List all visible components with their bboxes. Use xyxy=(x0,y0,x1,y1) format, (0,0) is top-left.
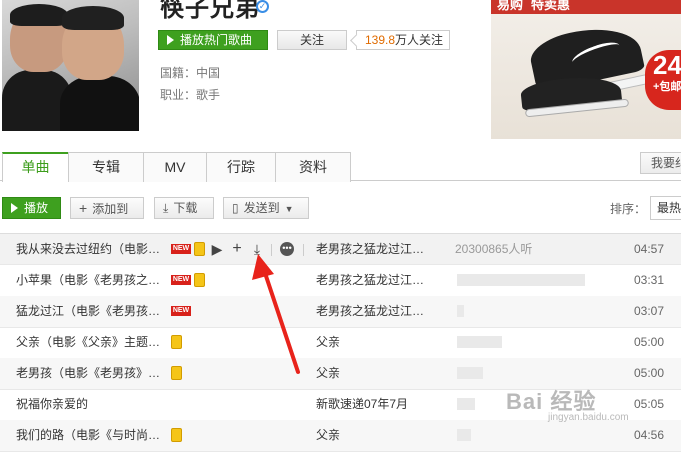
watermark-url: jingyan.baidu.com xyxy=(548,412,629,423)
nationality: 国籍：中国 xyxy=(160,66,221,80)
download-icon: ⤓ xyxy=(163,201,169,215)
tab-schedule[interactable]: 行踪 xyxy=(206,152,276,182)
song-duration: 03:07 xyxy=(634,304,665,318)
vip-icon xyxy=(171,428,182,442)
new-badge: NEW xyxy=(171,306,191,316)
play-icon xyxy=(167,35,174,45)
more-icon[interactable]: ••• xyxy=(280,242,294,256)
song-title[interactable]: 我从来没去过纽约（电影… xyxy=(16,234,160,264)
add-to-button[interactable]: + 添加到 xyxy=(70,197,144,219)
chevron-down-icon: ▼ xyxy=(284,204,294,214)
new-badge: NEW xyxy=(171,275,191,285)
tab-songs[interactable]: 单曲 xyxy=(2,152,69,182)
song-title[interactable]: 小苹果（电影《老男孩之… xyxy=(16,265,160,295)
song-duration: 05:00 xyxy=(634,335,665,349)
song-album[interactable]: 父亲 xyxy=(316,358,340,388)
play-icon xyxy=(11,203,18,213)
popularity-bar xyxy=(457,367,483,379)
song-row[interactable]: 父亲（电影《父亲》主题… 父亲 05:00 xyxy=(0,327,681,359)
song-title[interactable]: 我们的路（电影《与时尚… xyxy=(16,420,160,450)
song-album[interactable]: 父亲 xyxy=(316,327,340,357)
phone-icon: ▯ xyxy=(232,201,239,215)
song-duration: 05:05 xyxy=(634,397,665,411)
plus-icon: + xyxy=(79,200,88,216)
song-title[interactable]: 猛龙过江（电影《老男孩… xyxy=(16,296,160,326)
follow-button[interactable]: 关注 xyxy=(277,30,347,50)
popularity-bar xyxy=(457,274,585,286)
popularity-bar xyxy=(457,398,475,410)
popularity-bar xyxy=(457,336,502,348)
popularity-bar xyxy=(457,305,464,317)
song-album[interactable]: 新歌速递07年7月 xyxy=(316,389,408,419)
artist-name: 筷子兄弟 xyxy=(160,0,260,22)
song-album[interactable]: 老男孩之猛龙过江… xyxy=(316,265,424,295)
vip-icon xyxy=(171,366,182,380)
popularity-bar xyxy=(457,429,471,441)
song-duration: 04:57 xyxy=(634,242,665,256)
tab-albums[interactable]: 专辑 xyxy=(68,152,144,182)
song-duration: 03:31 xyxy=(634,273,665,287)
play-hot-songs-button[interactable]: 播放热门歌曲 xyxy=(158,30,268,50)
sort-select[interactable]: 最热 xyxy=(650,196,681,220)
follower-count: 139.8万人关注 xyxy=(356,30,451,50)
sort-label: 排序： xyxy=(610,202,647,216)
song-album[interactable]: 老男孩之猛龙过江… xyxy=(316,234,424,264)
download-button[interactable]: ⤓ 下载 xyxy=(154,197,214,219)
song-album[interactable]: 父亲 xyxy=(316,420,340,450)
tab-profile[interactable]: 资料 xyxy=(275,152,351,182)
song-row[interactable]: 我从来没去过纽约（电影… NEW ▶ + ⤓ ••• 老男孩之猛龙过江… 203… xyxy=(0,233,681,265)
listen-count: 20300865人听 xyxy=(455,242,533,256)
download-icon[interactable]: ⤓ xyxy=(250,242,264,256)
vip-icon xyxy=(194,242,205,256)
song-row[interactable]: 小苹果（电影《老男孩之… NEW 老男孩之猛龙过江… 03:31 xyxy=(0,265,681,297)
song-title[interactable]: 祝福你亲爱的 xyxy=(16,389,88,419)
vip-icon xyxy=(171,335,182,349)
song-title[interactable]: 父亲（电影《父亲》主题… xyxy=(16,327,160,357)
play-icon[interactable]: ▶ xyxy=(210,242,224,256)
ad-banner[interactable]: 易购 特卖惠 24 +包邮 xyxy=(491,0,681,139)
vip-icon xyxy=(194,273,205,287)
song-duration: 04:56 xyxy=(634,428,665,442)
play-button[interactable]: 播放 xyxy=(2,197,61,219)
occupation: 职业：歌手 xyxy=(160,88,221,102)
new-badge: NEW xyxy=(171,244,191,254)
tab-mv[interactable]: MV xyxy=(143,152,207,182)
send-to-button[interactable]: ▯ 发送到 ▼ xyxy=(223,197,309,219)
song-row[interactable]: 我们的路（电影《与时尚… 父亲 04:56 xyxy=(0,420,681,452)
song-album[interactable]: 老男孩之猛龙过江… xyxy=(316,296,424,326)
verified-icon: ✓ xyxy=(256,0,269,13)
report-error-button[interactable]: 我要纠 xyxy=(640,152,681,174)
add-icon[interactable]: + xyxy=(230,241,244,257)
song-duration: 05:00 xyxy=(634,366,665,380)
song-row[interactable]: 猛龙过江（电影《老男孩… NEW 老男孩之猛龙过江… 03:07 xyxy=(0,296,681,328)
ad-price-badge: 24 +包邮 xyxy=(645,50,681,110)
ad-headline: 易购 特卖惠 xyxy=(491,0,681,14)
artist-photo xyxy=(2,0,139,131)
song-title[interactable]: 老男孩（电影《老男孩》… xyxy=(16,358,160,388)
